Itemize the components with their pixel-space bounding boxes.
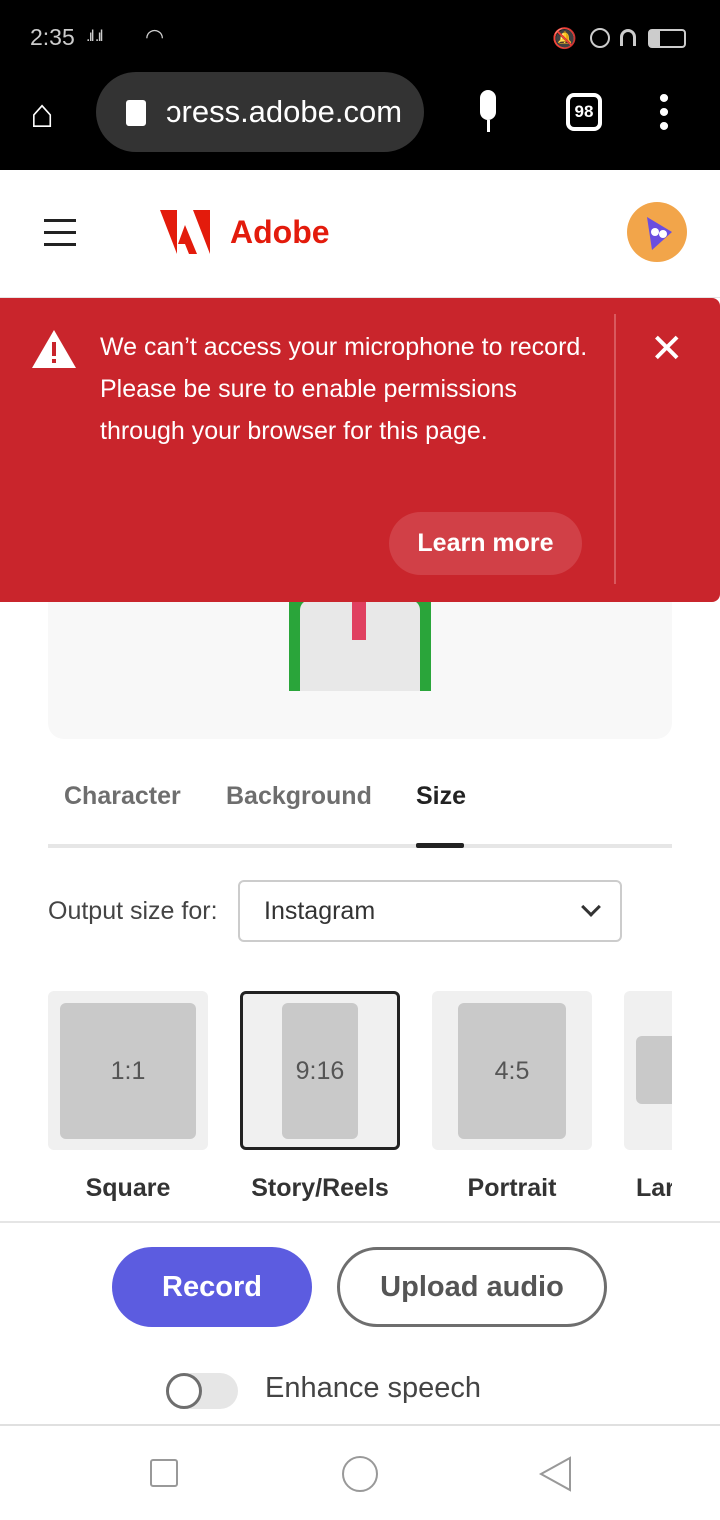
error-banner: We can’t access your microphone to recor… <box>0 298 720 602</box>
upload-audio-button[interactable]: Upload audio <box>337 1247 607 1327</box>
headphones-icon <box>620 29 636 46</box>
more-menu-icon[interactable]: • • • <box>656 84 672 142</box>
platform-select-value: Instagram <box>264 897 376 925</box>
lock-icon <box>126 100 146 126</box>
record-button[interactable]: Record <box>112 1247 312 1327</box>
toggle-knob <box>166 1373 202 1409</box>
ratio-label: 1:1 <box>60 1003 196 1139</box>
battery-icon <box>648 29 686 48</box>
home-nav-icon[interactable] <box>342 1456 378 1492</box>
adobe-logo-icon[interactable] <box>160 210 210 254</box>
microphone-icon[interactable] <box>476 90 500 132</box>
android-nav-bar <box>0 1424 720 1520</box>
tab-background[interactable]: Background <box>226 782 372 811</box>
size-option-story[interactable]: 9:16 <box>240 991 400 1150</box>
avatar[interactable] <box>627 202 687 262</box>
divider <box>614 314 616 584</box>
size-label: Portrait <box>467 1174 557 1202</box>
wifi-icon: ◠ <box>145 24 165 49</box>
size-option-portrait[interactable]: 4:5 <box>432 991 592 1150</box>
tab-character[interactable]: Character <box>64 782 181 811</box>
ratio-label <box>636 1036 672 1104</box>
size-label: Lar <box>636 1174 672 1202</box>
brand-name[interactable]: Adobe <box>230 214 330 251</box>
recents-icon[interactable] <box>150 1459 178 1487</box>
enhance-speech-toggle[interactable] <box>166 1373 238 1409</box>
ratio-label: 4:5 <box>458 1003 566 1139</box>
tab-size[interactable]: Size <box>416 782 466 811</box>
signal-icon: .ıl .ıl <box>86 28 103 45</box>
tab-switcher-button[interactable]: 98 <box>566 93 602 131</box>
warning-icon <box>32 330 76 368</box>
tab-indicator <box>416 843 464 848</box>
size-option-landscape[interactable] <box>624 991 672 1150</box>
size-label: Square <box>85 1174 171 1202</box>
character-tie <box>352 600 366 640</box>
clock: 2:35 <box>30 24 75 50</box>
close-icon[interactable]: ✕ <box>650 326 684 372</box>
output-size-label: Output size for: <box>48 897 218 925</box>
chevron-down-icon <box>581 897 601 917</box>
platform-select[interactable]: Instagram <box>238 880 622 942</box>
back-icon[interactable] <box>538 1456 572 1492</box>
tab-track <box>48 844 672 848</box>
ratio-label: 9:16 <box>282 1003 358 1139</box>
enhance-speech-label: Enhance speech <box>265 1372 482 1404</box>
size-option-square[interactable]: 1:1 <box>48 991 208 1150</box>
site-header <box>0 170 720 298</box>
size-label: Story/Reels <box>251 1174 389 1202</box>
rotation-lock-icon <box>590 28 610 48</box>
error-message: We can’t access your microphone to recor… <box>100 333 588 445</box>
learn-more-button[interactable]: Learn more <box>389 512 582 575</box>
divider <box>0 1221 720 1223</box>
home-icon[interactable]: ⌂ <box>30 94 54 134</box>
mute-icon: 🔕 <box>552 28 577 50</box>
